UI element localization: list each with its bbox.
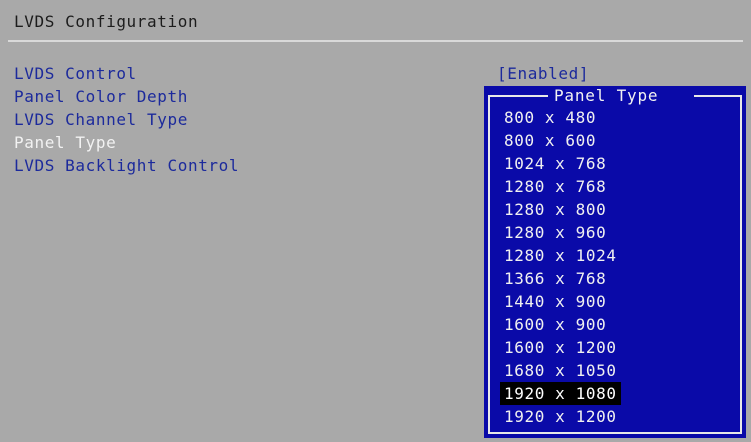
- setting-lvds-backlight-control[interactable]: LVDS Backlight Control: [14, 154, 239, 177]
- option-1920x1200[interactable]: 1920 x 1200: [500, 405, 621, 428]
- popup-title: Panel Type: [554, 86, 659, 105]
- option-1680x1050[interactable]: 1680 x 1050: [500, 359, 621, 382]
- title-divider: [8, 40, 743, 42]
- option-1366x768[interactable]: 1366 x 768: [500, 267, 621, 290]
- lvds-control-value[interactable]: [Enabled]: [497, 62, 589, 85]
- setting-panel-color-depth[interactable]: Panel Color Depth: [14, 85, 239, 108]
- option-1280x800[interactable]: 1280 x 800: [500, 198, 621, 221]
- panel-type-popup: Panel Type 800 x 480 800 x 600 1024 x 76…: [484, 86, 746, 438]
- option-800x480[interactable]: 800 x 480: [500, 106, 621, 129]
- option-1440x900[interactable]: 1440 x 900: [500, 290, 621, 313]
- option-1280x1024[interactable]: 1280 x 1024: [500, 244, 621, 267]
- popup-border-top-left: [488, 95, 548, 97]
- option-1920x1080[interactable]: 1920 x 1080: [500, 382, 621, 405]
- settings-list: LVDS Control Panel Color Depth LVDS Chan…: [14, 62, 239, 177]
- option-800x600[interactable]: 800 x 600: [500, 129, 621, 152]
- page-title: LVDS Configuration: [14, 12, 199, 31]
- setting-lvds-channel-type[interactable]: LVDS Channel Type: [14, 108, 239, 131]
- panel-type-options: 800 x 480 800 x 600 1024 x 768 1280 x 76…: [500, 106, 621, 428]
- option-1600x1200[interactable]: 1600 x 1200: [500, 336, 621, 359]
- option-1024x768[interactable]: 1024 x 768: [500, 152, 621, 175]
- bios-setup-screen: LVDS Configuration LVDS Control Panel Co…: [0, 0, 751, 442]
- option-1600x900[interactable]: 1600 x 900: [500, 313, 621, 336]
- popup-border-top-right: [694, 95, 742, 97]
- option-1280x768[interactable]: 1280 x 768: [500, 175, 621, 198]
- option-1280x960[interactable]: 1280 x 960: [500, 221, 621, 244]
- setting-lvds-control[interactable]: LVDS Control: [14, 62, 239, 85]
- setting-panel-type[interactable]: Panel Type: [14, 131, 239, 154]
